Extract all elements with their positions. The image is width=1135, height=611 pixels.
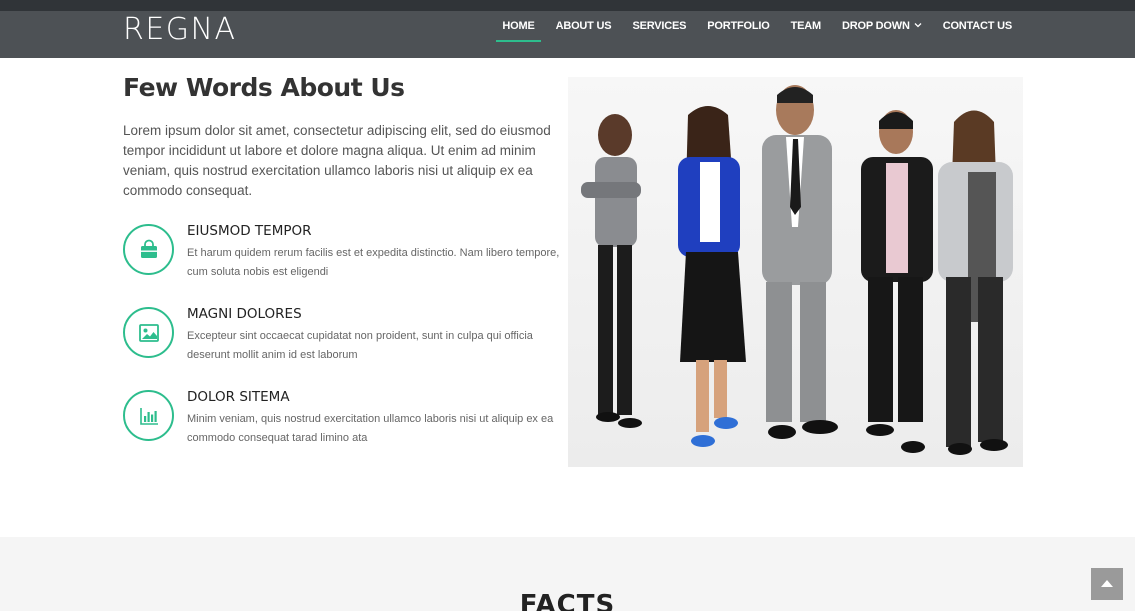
chevron-up-icon <box>1100 575 1114 593</box>
about-lead: Lorem ipsum dolor sit amet, consectetur … <box>123 123 551 198</box>
shopping-bag-icon <box>123 224 174 275</box>
nav-home-label: HOME <box>502 20 535 32</box>
feature-title: EIUSMOD TEMPOR <box>187 223 312 239</box>
feature-title: MAGNI DOLORES <box>187 306 302 322</box>
nav-about-us-label: ABOUT US <box>555 20 612 32</box>
back-to-top-button[interactable] <box>1091 568 1123 600</box>
chevron-down-icon <box>914 11 922 41</box>
team-photo <box>568 77 1023 467</box>
nav-drop-down-label: DROP DOWN <box>842 20 910 32</box>
about-title: Few Words About Us <box>123 73 405 102</box>
nav-portfolio[interactable]: PORTFOLIO <box>707 11 770 58</box>
feature-item: MAGNI DOLORES Excepteur sint occaecat cu… <box>123 306 563 377</box>
nav-team-label: TEAM <box>790 20 822 32</box>
feature-description: Minim veniam, quis nostrud exercitation … <box>187 413 554 444</box>
nav-about-us[interactable]: ABOUT US <box>556 11 612 58</box>
nav-team[interactable]: TEAM <box>790 11 822 58</box>
nav-home[interactable]: HOME <box>496 11 541 58</box>
image-icon <box>123 307 174 358</box>
site-logo[interactable]: REGNA <box>123 13 237 47</box>
nav-portfolio-label: PORTFOLIO <box>707 20 770 32</box>
site-header: REGNA HOME ABOUT US SERVICES PORTFOLIO T… <box>0 11 1135 58</box>
top-strip <box>0 0 1135 11</box>
nav-contact-us-label: CONTACT US <box>942 20 1012 32</box>
nav-contact-us[interactable]: CONTACT US <box>943 11 1012 58</box>
feature-item: DOLOR SITEMA Minim veniam, quis nostrud … <box>123 389 563 460</box>
feature-description: Et harum quidem rerum facilis est et exp… <box>187 247 560 278</box>
feature-title: DOLOR SITEMA <box>187 389 290 405</box>
nav-drop-down[interactable]: DROP DOWN <box>842 11 922 58</box>
facts-title: FACTS <box>519 590 616 611</box>
bar-chart-icon <box>123 390 174 441</box>
feature-item: EIUSMOD TEMPOR Et harum quidem rerum fac… <box>123 223 563 294</box>
nav-services[interactable]: SERVICES <box>632 11 686 58</box>
main-nav: HOME ABOUT US SERVICES PORTFOLIO TEAM DR… <box>481 11 1012 58</box>
facts-section: FACTS <box>0 537 1135 611</box>
nav-services-label: SERVICES <box>632 20 687 32</box>
feature-description: Excepteur sint occaecat cupidatat non pr… <box>187 330 533 361</box>
